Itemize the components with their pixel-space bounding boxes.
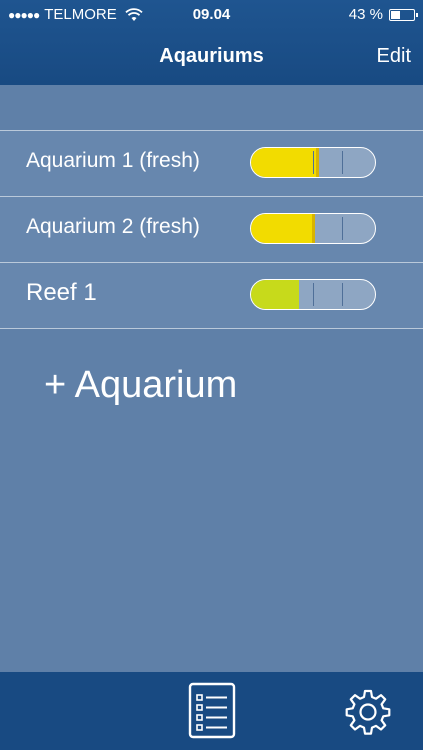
battery-percent: 43 % xyxy=(348,6,383,23)
battery-fill xyxy=(391,10,401,19)
status-bar: ●●●●● TELMORE 09.04 43 % xyxy=(0,0,423,30)
aquarium-name: Reef 1 xyxy=(26,279,97,306)
aquarium-status-gauge xyxy=(250,279,376,310)
aquarium-name: Aquarium 2 (fresh) xyxy=(26,215,200,238)
battery-icon xyxy=(389,8,418,21)
gauge-fill xyxy=(251,280,300,309)
aquarium-status-gauge xyxy=(250,213,376,244)
aquarium-row[interactable]: Aquarium 2 (fresh) xyxy=(0,196,423,262)
add-aquarium-button[interactable]: + Aquarium xyxy=(44,364,237,407)
aquarium-row[interactable]: Aquarium 1 (fresh) xyxy=(0,130,423,196)
gauge-tick xyxy=(341,151,343,174)
gauge-tick xyxy=(313,151,314,174)
aquarium-row[interactable]: Reef 1 xyxy=(0,262,423,329)
gear-icon[interactable] xyxy=(344,688,392,736)
edit-button[interactable]: Edit xyxy=(377,45,411,68)
tab-bar xyxy=(0,672,423,750)
gauge-marker xyxy=(316,148,320,177)
list-icon[interactable] xyxy=(188,682,236,739)
gauge-fill xyxy=(251,148,320,177)
gauge-marker xyxy=(312,214,316,243)
page-title: Aqauriums xyxy=(159,45,264,67)
gauge-tick xyxy=(341,283,343,306)
aquarium-status-gauge xyxy=(250,147,376,178)
aquarium-name: Aquarium 1 (fresh) xyxy=(26,149,200,172)
aquarium-list: Aquarium 1 (fresh) Aquarium 2 (fresh) Reef… xyxy=(0,130,423,329)
gauge-tick xyxy=(341,217,343,240)
gauge-tick xyxy=(313,283,314,306)
gauge-fill xyxy=(251,214,316,243)
top-bar: ●●●●● TELMORE 09.04 43 % Aqauriums Edit xyxy=(0,0,423,85)
status-right: 43 % xyxy=(348,6,418,23)
